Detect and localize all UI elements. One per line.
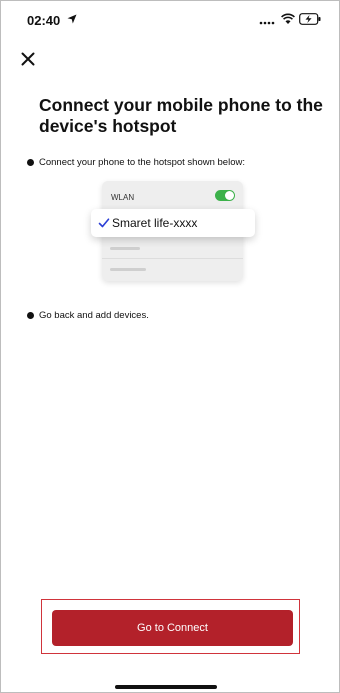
check-icon [98, 218, 110, 228]
bullet-icon [27, 312, 34, 319]
status-bar: 02:40 [1, 1, 339, 37]
placeholder-line [110, 247, 140, 250]
step-go-back: Go back and add devices. [27, 310, 149, 321]
divider [102, 258, 243, 259]
wlan-label: WLAN [111, 193, 135, 202]
step-connect-hotspot: Connect your phone to the hotspot shown … [27, 157, 245, 168]
step-text: Go back and add devices. [39, 310, 149, 321]
location-icon [67, 14, 77, 24]
network-item-selected: Smaret life-xxxx [91, 209, 255, 237]
network-name: Smaret life-xxxx [112, 216, 198, 230]
battery-icon [299, 13, 321, 25]
status-time: 02:40 [27, 13, 61, 28]
wlan-toggle-icon [215, 190, 235, 201]
phone-screen: 02:40 Connect your mobile phone to the d… [0, 0, 340, 693]
wifi-icon [281, 13, 295, 24]
step-text: Connect your phone to the hotspot shown … [39, 157, 245, 168]
close-icon[interactable] [20, 51, 36, 67]
signal-icon [259, 21, 275, 25]
home-indicator[interactable] [115, 685, 217, 689]
bullet-icon [27, 159, 34, 166]
page-title: Connect your mobile phone to the device'… [39, 95, 323, 136]
placeholder-line [110, 268, 146, 271]
go-to-connect-button[interactable]: Go to Connect [52, 610, 293, 646]
toggle-knob [225, 191, 234, 200]
